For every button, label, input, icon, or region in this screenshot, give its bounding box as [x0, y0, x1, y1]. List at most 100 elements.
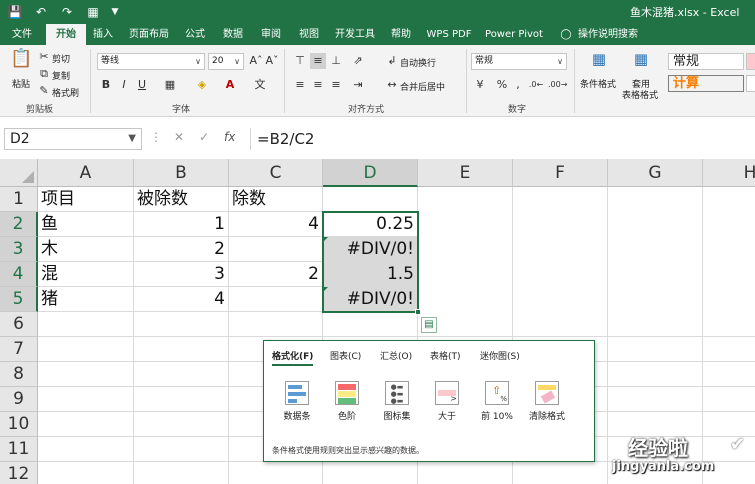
style-calculation[interactable]: 计算: [668, 75, 744, 92]
tab-data[interactable]: 数据: [218, 24, 248, 45]
qa-option-icon-set[interactable]: ●▬ ●▬ ●▬ 图标集: [372, 381, 422, 422]
tab-formulas[interactable]: 公式: [180, 24, 210, 45]
customize-icon[interactable]: ▼: [108, 3, 122, 21]
align-middle-icon[interactable]: ≡: [310, 53, 326, 69]
column-header-b[interactable]: B: [134, 159, 229, 187]
row-header-4[interactable]: 4: [0, 262, 38, 287]
grow-font-icon[interactable]: Aˆ: [248, 53, 264, 69]
comma-button[interactable]: ,: [510, 77, 526, 93]
font-color-icon[interactable]: A: [222, 77, 238, 93]
row-header-10[interactable]: 10: [0, 412, 38, 437]
copy-icon[interactable]: ⧉: [36, 66, 52, 82]
row-header-2[interactable]: 2: [0, 212, 38, 237]
cell-a3[interactable]: 木: [38, 237, 134, 262]
conditional-format-icon[interactable]: ▦: [588, 51, 610, 73]
tab-power-pivot[interactable]: Power Pivot: [484, 24, 544, 45]
qa-tab-sparklines[interactable]: 迷你图(S): [480, 349, 520, 362]
align-bottom-icon[interactable]: ⊥: [328, 53, 344, 69]
qa-option-clear-format[interactable]: 清除格式: [522, 381, 572, 422]
shrink-font-icon[interactable]: Aˇ: [264, 53, 280, 69]
cell-d2[interactable]: 0.25: [323, 212, 418, 237]
cell-c5[interactable]: [229, 287, 323, 312]
cut-icon[interactable]: ✂: [36, 49, 52, 65]
decrease-decimal-icon[interactable]: .00→: [548, 77, 567, 93]
row-header-8[interactable]: 8: [0, 362, 38, 387]
row-header-6[interactable]: 6: [0, 312, 38, 337]
quick-analysis-icon[interactable]: ▤: [421, 317, 437, 333]
border-icon[interactable]: ▦: [162, 77, 178, 93]
row-header-3[interactable]: 3: [0, 237, 38, 262]
column-header-f[interactable]: F: [513, 159, 608, 187]
cell-a4[interactable]: 混: [38, 262, 134, 287]
format-painter-icon[interactable]: ✎: [36, 83, 52, 99]
column-header-d[interactable]: D: [323, 159, 418, 187]
row-header-9[interactable]: 9: [0, 387, 38, 412]
qa-tab-charts[interactable]: 图表(C): [330, 349, 361, 362]
row-header-1[interactable]: 1: [0, 187, 38, 212]
column-header-e[interactable]: E: [418, 159, 513, 187]
tell-me-search[interactable]: 操作说明搜索: [578, 24, 638, 45]
tab-review[interactable]: 审阅: [256, 24, 286, 45]
row-header-7[interactable]: 7: [0, 337, 38, 362]
cell-b5[interactable]: 4: [134, 287, 229, 312]
chevron-down-icon[interactable]: ▼: [128, 129, 136, 149]
qa-tab-totals[interactable]: 汇总(O): [380, 349, 412, 362]
orientation-icon[interactable]: ⇗: [350, 53, 366, 69]
cancel-icon[interactable]: ✕: [174, 130, 184, 144]
qa-option-data-bars[interactable]: 数据条: [272, 381, 322, 422]
bold-icon[interactable]: B: [98, 77, 114, 93]
qa-tab-formatting[interactable]: 格式化(F): [272, 349, 314, 366]
style-normal[interactable]: 常规: [668, 53, 744, 70]
align-left-icon[interactable]: ≡: [292, 77, 308, 93]
phonetic-icon[interactable]: 文: [252, 77, 268, 93]
wrap-text-button[interactable]: 自动换行: [400, 56, 436, 69]
tab-file[interactable]: 文件: [4, 24, 40, 45]
cell-d4[interactable]: 1.5: [323, 262, 418, 287]
percent-button[interactable]: %: [494, 77, 510, 93]
tab-help[interactable]: 帮助: [386, 24, 416, 45]
cell-d5[interactable]: #DIV/0!: [323, 287, 418, 312]
merge-center-button[interactable]: 合并后居中: [400, 80, 445, 93]
tab-home[interactable]: 开始: [46, 24, 86, 45]
column-header-h[interactable]: H: [703, 159, 755, 187]
row-header-12[interactable]: 12: [0, 462, 38, 484]
cell-d3[interactable]: #DIV/0!: [323, 237, 418, 262]
qa-option-color-scale[interactable]: 色阶: [322, 381, 372, 422]
copy-button[interactable]: 复制: [52, 69, 70, 82]
column-header-a[interactable]: A: [38, 159, 134, 187]
fill-handle[interactable]: [415, 309, 421, 315]
name-box[interactable]: D2 ▼: [4, 128, 142, 150]
redo-icon[interactable]: ↷: [58, 3, 76, 21]
conditional-format-button[interactable]: 条件格式: [580, 77, 616, 90]
qa-option-greater-than[interactable]: > 大于: [422, 381, 472, 422]
insert-function-button[interactable]: fx: [224, 130, 235, 144]
increase-decimal-icon[interactable]: .0←: [528, 77, 544, 93]
select-all-button[interactable]: [0, 159, 38, 187]
row-header-5[interactable]: 5: [0, 287, 38, 312]
tab-wps-pdf[interactable]: WPS PDF: [424, 24, 474, 45]
form-icon[interactable]: ▦: [84, 3, 102, 21]
column-header-g[interactable]: G: [608, 159, 703, 187]
italic-icon[interactable]: I: [116, 77, 132, 93]
cell-a1[interactable]: 项目: [38, 187, 134, 212]
align-top-icon[interactable]: ⊤: [292, 53, 308, 69]
format-painter-button[interactable]: 格式刷: [52, 86, 79, 99]
tab-page-layout[interactable]: 页面布局: [124, 24, 174, 45]
save-icon[interactable]: 💾: [6, 3, 24, 21]
row-header-11[interactable]: 11: [0, 437, 38, 462]
align-right-icon[interactable]: ≡: [328, 77, 344, 93]
cell-c4[interactable]: 2: [229, 262, 323, 287]
cell-c2[interactable]: 4: [229, 212, 323, 237]
cell-b4[interactable]: 3: [134, 262, 229, 287]
font-name-select[interactable]: 等线 ∨: [97, 53, 205, 70]
wrap-text-icon[interactable]: ↲: [384, 53, 400, 69]
indent-icon[interactable]: ⇥: [350, 77, 366, 93]
tab-insert[interactable]: 插入: [88, 24, 118, 45]
more-icon[interactable]: ⋮: [150, 130, 162, 144]
format-table-icon[interactable]: ▦: [630, 51, 652, 73]
cell-a5[interactable]: 猪: [38, 287, 134, 312]
font-size-select[interactable]: 20 ∨: [208, 53, 244, 70]
number-format-select[interactable]: 常规 ∨: [471, 53, 567, 70]
paste-icon[interactable]: 📋: [10, 50, 32, 73]
qa-tab-tables[interactable]: 表格(T): [430, 349, 461, 362]
